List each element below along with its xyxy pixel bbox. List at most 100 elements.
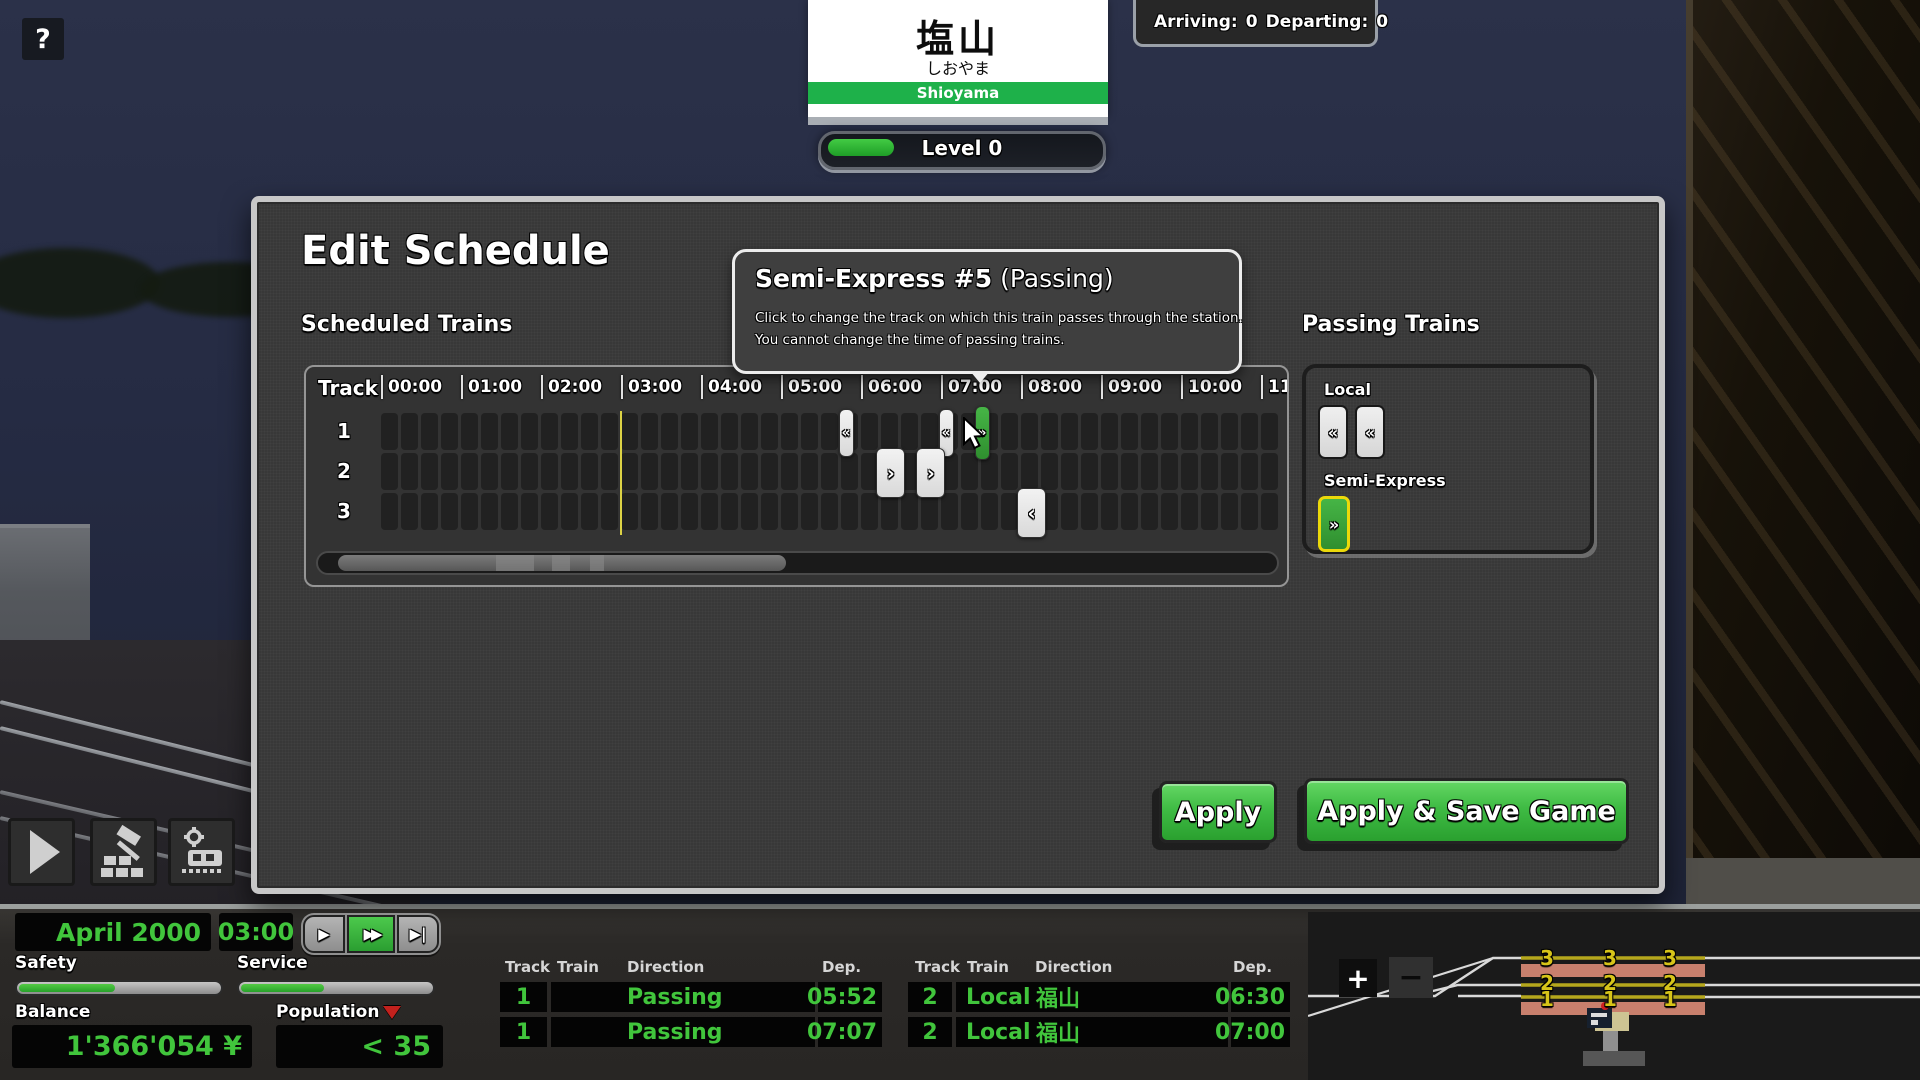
timeline-cell[interactable]: [921, 493, 938, 530]
passing-train-button[interactable]: «: [1355, 405, 1385, 459]
depot-button[interactable]: [168, 818, 235, 886]
train-marker[interactable]: ›: [916, 448, 945, 498]
timeline-cell[interactable]: [841, 453, 858, 490]
timeline-cell[interactable]: [1081, 453, 1098, 490]
timeline-cell[interactable]: [661, 493, 678, 530]
timeline-cell[interactable]: [1061, 453, 1078, 490]
timeline-cell[interactable]: [1161, 453, 1178, 490]
timeline-cell[interactable]: [441, 453, 458, 490]
timeline-cell[interactable]: [481, 493, 498, 530]
timeline-cell[interactable]: [1061, 413, 1078, 450]
timeline-cell[interactable]: [1021, 453, 1038, 490]
timeline-cell[interactable]: [581, 413, 598, 450]
timeline-cell[interactable]: [961, 493, 978, 530]
timeline-cell[interactable]: [601, 413, 618, 450]
timeline-cell[interactable]: [701, 493, 718, 530]
timeline-cell[interactable]: [1161, 493, 1178, 530]
timeline-cell[interactable]: [821, 413, 838, 450]
timeline-cell[interactable]: [981, 493, 998, 530]
timeline-cell[interactable]: [1121, 453, 1138, 490]
timeline-cell[interactable]: [1221, 453, 1238, 490]
timeline-cell[interactable]: [781, 413, 798, 450]
timeline-cell[interactable]: [1261, 453, 1278, 490]
timeline-cell[interactable]: [481, 453, 498, 490]
play-speed-button[interactable]: ▶: [303, 915, 345, 953]
timeline-cell[interactable]: [1181, 493, 1198, 530]
timeline-cell[interactable]: [941, 493, 958, 530]
passing-train-button[interactable]: »: [1318, 496, 1350, 552]
timeline-cell[interactable]: [1001, 493, 1018, 530]
timeline-cell[interactable]: [901, 413, 918, 450]
timeline-cell[interactable]: [541, 453, 558, 490]
timeline-cell[interactable]: [1221, 413, 1238, 450]
timeline-cell[interactable]: [821, 453, 838, 490]
timeline-cell[interactable]: [1261, 413, 1278, 450]
timeline-cell[interactable]: [661, 413, 678, 450]
timeline-cell[interactable]: [521, 453, 538, 490]
timeline-cell[interactable]: [1041, 413, 1058, 450]
timeline-cell[interactable]: [1001, 413, 1018, 450]
timeline-cell[interactable]: [1141, 413, 1158, 450]
timeline-cell[interactable]: [401, 453, 418, 490]
apply-button[interactable]: Apply: [1159, 781, 1277, 843]
timeline-cell[interactable]: [401, 413, 418, 450]
timeline-cell[interactable]: [1001, 453, 1018, 490]
timeline-cell[interactable]: [761, 493, 778, 530]
timeline-cell[interactable]: [581, 493, 598, 530]
timeline-cell[interactable]: [1101, 453, 1118, 490]
timeline-cell[interactable]: [721, 413, 738, 450]
timeline-cell[interactable]: [1201, 493, 1218, 530]
timeline-cell[interactable]: [881, 413, 898, 450]
timeline-cell[interactable]: [761, 413, 778, 450]
timeline-cell[interactable]: [401, 493, 418, 530]
timeline-cell[interactable]: [721, 453, 738, 490]
timeline-cell[interactable]: [441, 413, 458, 450]
timeline-cell[interactable]: [461, 493, 478, 530]
timeline-cell[interactable]: [861, 493, 878, 530]
timeline-cell[interactable]: [721, 493, 738, 530]
timeline-cell[interactable]: [381, 413, 398, 450]
timeline-cell[interactable]: [1201, 413, 1218, 450]
timeline-cell[interactable]: [521, 413, 538, 450]
timeline-cell[interactable]: [1121, 413, 1138, 450]
timeline-cell[interactable]: [601, 493, 618, 530]
timeline-cell[interactable]: [421, 493, 438, 530]
timeline-cell[interactable]: [641, 413, 658, 450]
timeline-cell[interactable]: [801, 493, 818, 530]
timeline-cell[interactable]: [901, 493, 918, 530]
passing-train-button[interactable]: «: [1318, 405, 1348, 459]
timeline-cell[interactable]: [1101, 413, 1118, 450]
scrollbar-thumb[interactable]: [338, 555, 786, 571]
timeline-cell[interactable]: [1041, 453, 1058, 490]
timeline-cell[interactable]: [1101, 493, 1118, 530]
timeline-cell[interactable]: [1241, 453, 1258, 490]
timeline-cell[interactable]: [501, 493, 518, 530]
timeline-cell[interactable]: [701, 413, 718, 450]
timeline-cell[interactable]: [1201, 453, 1218, 490]
timeline-cell[interactable]: [801, 453, 818, 490]
timeline-cell[interactable]: [861, 413, 878, 450]
apply-save-game-button[interactable]: Apply & Save Game: [1304, 778, 1629, 844]
timeline-cell[interactable]: [681, 493, 698, 530]
timeline-scrollbar[interactable]: [316, 551, 1279, 575]
timeline-cell[interactable]: [1021, 413, 1038, 450]
timeline-cell[interactable]: [521, 493, 538, 530]
minimap-zoom-out-button[interactable]: −: [1389, 957, 1433, 998]
timeline-cell[interactable]: [781, 493, 798, 530]
timeline-cell[interactable]: [561, 413, 578, 450]
play-sidebar-button[interactable]: [8, 818, 75, 886]
train-marker[interactable]: ›: [876, 448, 905, 498]
construction-button[interactable]: [90, 818, 157, 886]
timeline-cell[interactable]: [601, 453, 618, 490]
timeline-cell[interactable]: [641, 453, 658, 490]
timeline-cell[interactable]: [741, 453, 758, 490]
timeline-cell[interactable]: [381, 493, 398, 530]
timeline-cell[interactable]: [741, 493, 758, 530]
timeline-cell[interactable]: [921, 413, 938, 450]
timeline-cell[interactable]: [421, 413, 438, 450]
timeline-cell[interactable]: [681, 413, 698, 450]
timeline-cell[interactable]: [1241, 413, 1258, 450]
timeline-cell[interactable]: [661, 453, 678, 490]
timeline-cell[interactable]: [841, 493, 858, 530]
timeline-cell[interactable]: [1121, 493, 1138, 530]
